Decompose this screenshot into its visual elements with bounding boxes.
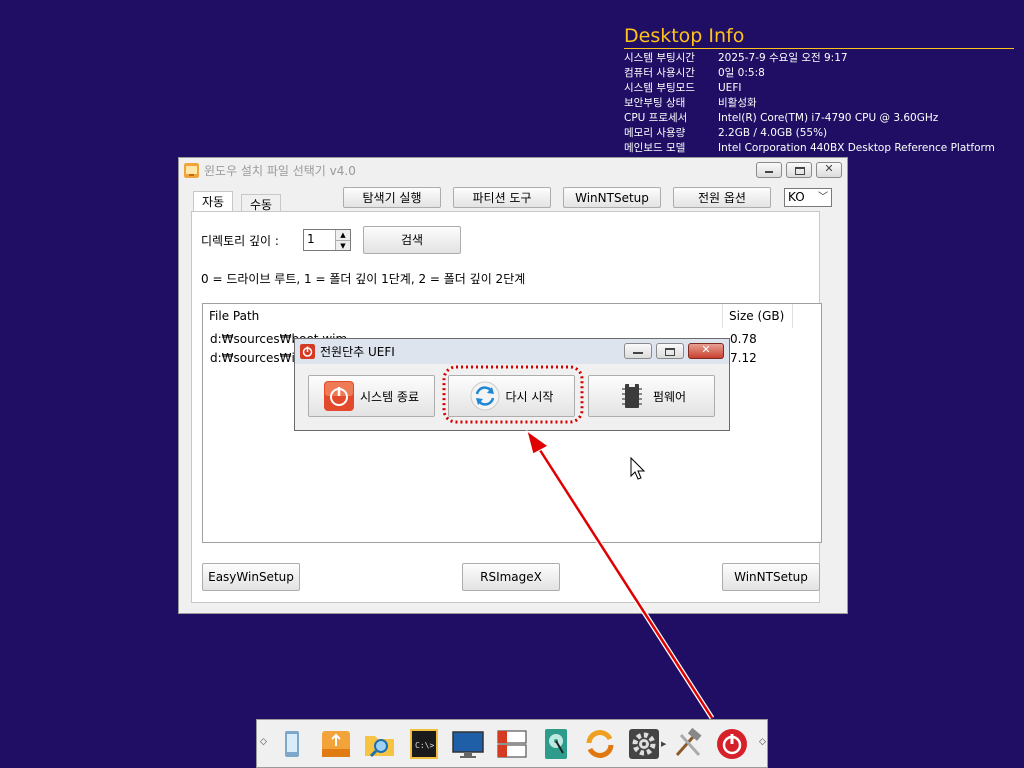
submenu-arrow-icon: ▶ [661, 740, 667, 748]
arrow-head [526, 429, 549, 455]
settings-gear-icon[interactable] [627, 727, 661, 761]
restart-highlight [442, 365, 584, 424]
taskbar-left-arrow-icon[interactable]: ◇ [260, 737, 267, 747]
drive-manager-icon[interactable] [495, 727, 529, 761]
annotation-arrow [536, 446, 714, 719]
tools-icon[interactable] [671, 727, 705, 761]
annotation-overlay [442, 365, 755, 766]
monitor-icon[interactable] [451, 727, 485, 761]
usb-drive-icon[interactable] [319, 727, 353, 761]
taskbar: ◇ C:\> ▶ ◇ [256, 719, 768, 768]
taskbar-right-arrow-icon[interactable]: ◇ [759, 737, 766, 747]
svg-text:C:\>: C:\> [415, 741, 434, 750]
mobile-device-icon[interactable] [275, 727, 309, 761]
mouse-cursor-icon [630, 456, 646, 480]
hard-disk-icon[interactable] [539, 727, 573, 761]
command-prompt-icon[interactable]: C:\> [407, 727, 441, 761]
folder-search-icon[interactable] [363, 727, 397, 761]
sync-icon[interactable] [583, 727, 617, 761]
power-icon[interactable] [715, 727, 749, 761]
